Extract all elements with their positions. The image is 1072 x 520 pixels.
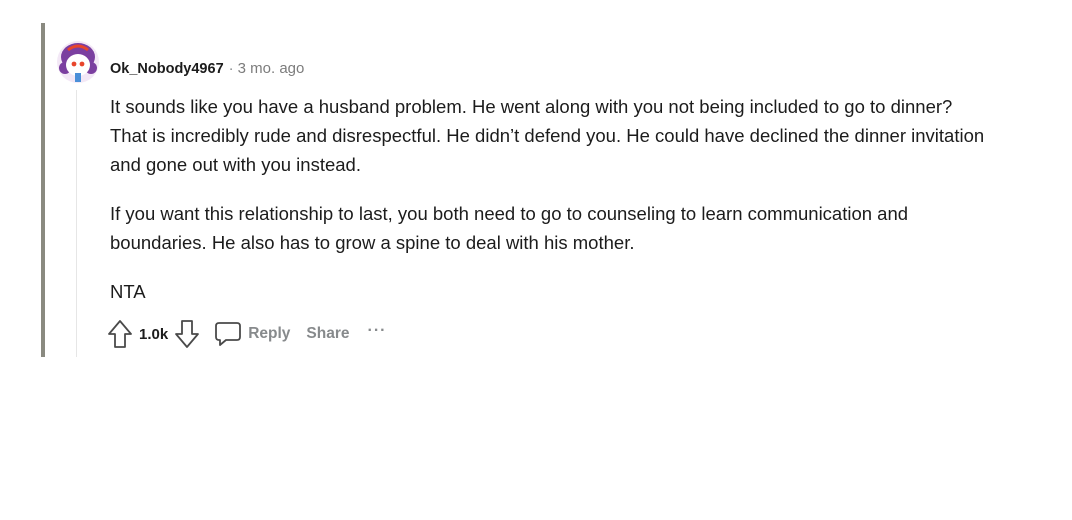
comment-thread-line[interactable] <box>76 90 77 357</box>
arrow-down-outline-icon <box>175 320 200 348</box>
downvote-button[interactable] <box>174 319 200 349</box>
comment-paragraph: NTA <box>110 281 146 302</box>
thread-collapse-bar[interactable] <box>41 23 45 357</box>
more-options-button[interactable]: ··· <box>368 322 387 340</box>
avatar-icon <box>57 41 99 83</box>
comment-meta: Ok_Nobody4967 · 3 mo. ago <box>110 58 304 80</box>
comment-bubble-icon <box>215 322 242 346</box>
upvote-button[interactable] <box>107 319 133 349</box>
comment-paragraph: If you want this relationship to last, y… <box>110 203 909 253</box>
reply-label: Reply <box>248 325 291 342</box>
vote-count: 1.0k <box>139 325 169 343</box>
avatar[interactable] <box>56 40 100 84</box>
comment-paragraph: It sounds like you have a husband proble… <box>110 96 985 175</box>
meta-separator: · <box>228 60 234 77</box>
share-button[interactable]: Share <box>306 325 349 343</box>
arrow-up-outline-icon <box>108 320 132 348</box>
reply-button[interactable]: Reply <box>214 320 290 348</box>
comment-body: It sounds like you have a husband proble… <box>110 92 990 326</box>
username-link[interactable]: Ok_Nobody4967 <box>110 61 224 77</box>
comment-timestamp[interactable]: 3 mo. ago <box>238 60 305 77</box>
comment-action-bar: 1.0k Reply Share ··· <box>107 318 387 350</box>
